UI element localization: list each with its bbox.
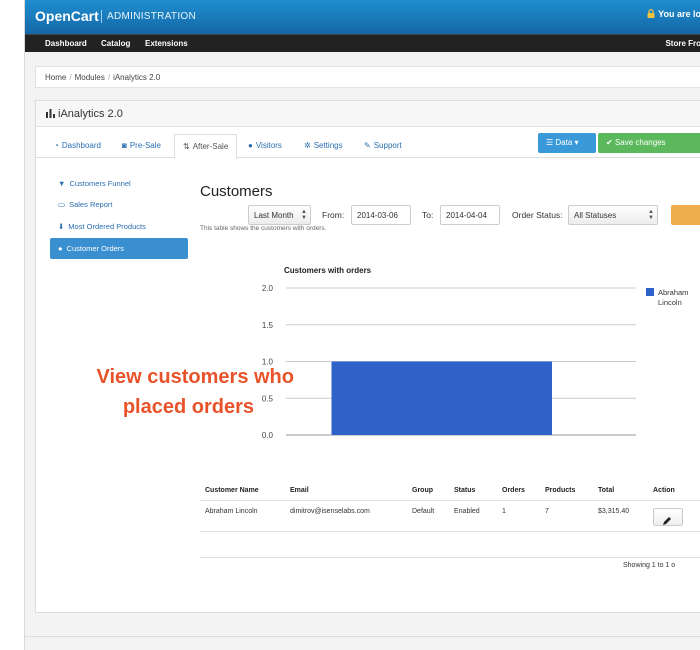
cell-orders: 1 [502,508,506,515]
cell-email: dimitrov@isenselabs.com [290,508,370,515]
page-footer [25,636,700,650]
column-header: Email [290,487,309,494]
column-header: Group [412,487,433,494]
cell-products: 7 [545,508,549,515]
nav-store-front[interactable]: Store Fro [665,39,700,48]
y-tick-label: 0.0 [262,431,274,440]
breadcrumb-home[interactable]: Home [45,73,66,82]
app-frame: OpenCart ADMINISTRATION You are lo Dashb… [24,0,700,650]
promo-line-2: placed orders [122,396,254,418]
brand-subtitle: ADMINISTRATION [107,11,197,22]
y-tick-label: 2.0 [262,284,274,293]
nav-extensions[interactable]: Extensions [145,39,188,48]
legend-label: Abraham [658,288,688,297]
main-nav: Dashboard Catalog Extensions Store Fro [25,34,700,52]
edit-button[interactable] [653,508,683,526]
top-header: OpenCart ADMINISTRATION You are lo [25,0,700,34]
chart-title: Customers with orders [284,266,372,275]
cell-status: Enabled [454,508,480,515]
brand-logo[interactable]: OpenCart [35,8,99,24]
legend-swatch [646,288,654,296]
cell-total: $3,315.40 [598,508,630,515]
column-header: Status [454,487,476,494]
cell-customer-name: Abraham Lincoln [205,508,258,515]
legend-label: Lincoln [658,298,682,307]
column-header: Action [653,487,675,494]
table-divider [200,557,700,558]
chart-bar[interactable] [331,361,553,436]
pagination-info: Showing 1 to 1 o [623,562,676,569]
pencil-icon [663,517,671,525]
breadcrumb-modules[interactable]: Modules [75,73,105,82]
y-tick-label: 1.5 [262,321,274,330]
nav-catalog[interactable]: Catalog [101,39,130,48]
lock-icon [647,9,655,18]
brand-divider [101,10,102,23]
breadcrumb-current[interactable]: iAnalytics 2.0 [113,73,160,82]
breadcrumb-separator: / [69,73,72,82]
column-header: Total [598,487,615,494]
user-info-text: You are lo [658,9,700,19]
module-panel: iAnalytics 2.0 ◔ Dashboard ◙ Pre-Sale ⇅ Aft… [35,100,700,613]
column-header: Orders [502,487,525,494]
breadcrumb-separator: / [107,73,111,82]
table-divider [200,500,700,501]
column-header: Products [545,487,576,494]
nav-dashboard[interactable]: Dashboard [45,39,87,48]
breadcrumb: Home / Modules / iAnalytics 2.0 [45,73,160,82]
table-divider [200,531,700,532]
column-header: Customer Name [205,487,259,494]
cell-group: Default [412,508,435,515]
promo-line-1: View customers who [96,366,294,388]
user-info[interactable]: You are lo [647,9,700,19]
breadcrumb-bar: Home / Modules / iAnalytics 2.0 [35,66,700,88]
promo-caption: View customers who placed orders [24,362,294,422]
